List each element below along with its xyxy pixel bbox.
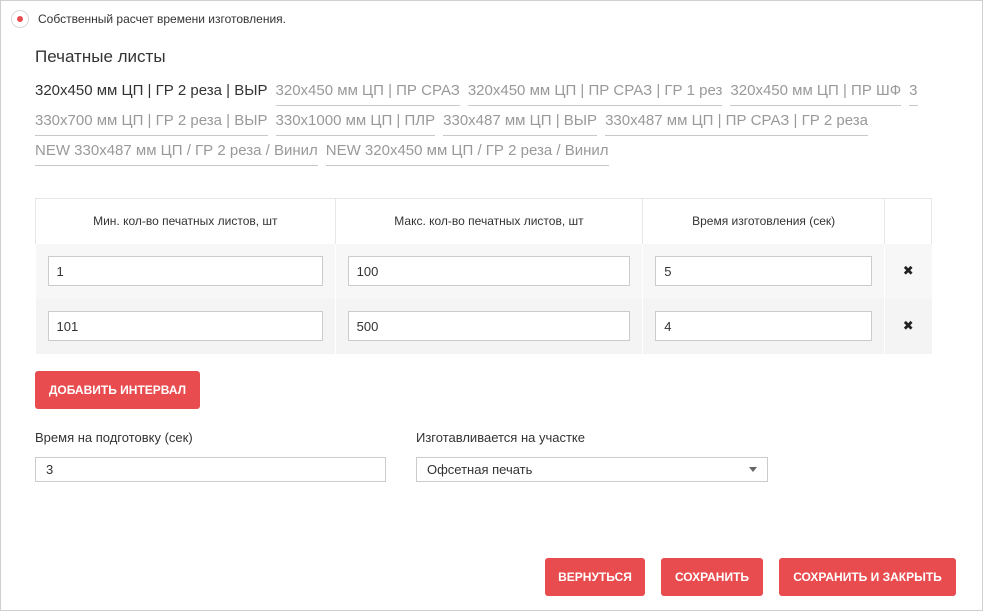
tab-row-3: NEW 330x487 мм ЦП / ГР 2 реза / Винил NE…	[35, 141, 970, 171]
cell-time	[642, 243, 886, 299]
tab-sheet[interactable]: NEW 330x487 мм ЦП / ГР 2 реза / Винил	[35, 141, 318, 166]
header-min-sheets: Мин. кол-во печатных листов, шт	[35, 198, 336, 244]
cell-min	[35, 298, 336, 354]
tab-sheet[interactable]: 330x700 мм ЦП | ГР 2 реза | ВЫР	[35, 111, 268, 136]
tab-sheet[interactable]: 320x450 мм ЦП | ПР СРАЗ	[275, 81, 460, 106]
delete-row-icon[interactable]: ✖	[903, 318, 914, 333]
cell-delete: ✖	[884, 243, 932, 299]
cell-time	[642, 298, 886, 354]
tab-sheet[interactable]: 320x450 мм ЦП | ПР СРАЗ | ГР 1 рез	[467, 81, 723, 106]
tab-sheet[interactable]: 3	[909, 81, 918, 106]
own-calc-label: Собственный расчет времени изготовления.	[38, 12, 286, 26]
max-sheets-input[interactable]	[347, 256, 631, 286]
delete-row-icon[interactable]: ✖	[903, 263, 914, 278]
own-calc-option[interactable]: Собственный расчет времени изготовления.	[11, 10, 286, 28]
site-label: Изготавливается на участке	[416, 430, 585, 445]
prep-time-label: Время на подготовку (сек)	[35, 430, 193, 445]
site-select-value: Офсетная печать	[427, 462, 533, 477]
sheet-tabs: 320x450 мм ЦП | ГР 2 реза | ВЫР 320x450 …	[35, 81, 970, 171]
table-row: ✖	[35, 298, 932, 354]
radio-selected-icon[interactable]	[11, 10, 29, 28]
min-sheets-input[interactable]	[47, 311, 323, 341]
header-max-sheets: Макс. кол-во печатных листов, шт	[335, 198, 644, 244]
cell-delete: ✖	[884, 298, 932, 354]
tab-sheet[interactable]: 320x450 мм ЦП | ГР 2 реза | ВЫР	[35, 81, 268, 105]
tab-sheet[interactable]: 330x487 мм ЦП | ВЫР	[443, 111, 598, 136]
cell-max	[335, 298, 644, 354]
tab-sheet[interactable]: NEW 320x450 мм ЦП / ГР 2 реза / Винил	[325, 141, 609, 166]
tab-sheet[interactable]: 330x487 мм ЦП | ПР СРАЗ | ГР 2 реза	[605, 111, 868, 136]
max-sheets-input[interactable]	[347, 311, 631, 341]
prep-time-input[interactable]	[35, 457, 386, 482]
tab-sheet[interactable]: 320x450 мм ЦП | ПР ШФ	[730, 81, 902, 106]
production-time-input[interactable]	[655, 256, 873, 286]
production-time-input[interactable]	[655, 311, 873, 341]
min-sheets-input[interactable]	[47, 256, 323, 286]
save-button[interactable]: Сохранить	[661, 558, 763, 596]
save-and-close-button[interactable]: Сохранить и закрыть	[779, 558, 956, 596]
table-header-row: Мин. кол-во печатных листов, шт Макс. ко…	[35, 198, 932, 244]
tab-row-2: 330x700 мм ЦП | ГР 2 реза | ВЫР 330x1000…	[35, 111, 970, 141]
cell-max	[335, 243, 644, 299]
interval-table: Мин. кол-во печатных листов, шт Макс. ко…	[35, 198, 932, 354]
header-production-time: Время изготовления (сек)	[642, 198, 886, 244]
tab-row-1: 320x450 мм ЦП | ГР 2 реза | ВЫР 320x450 …	[35, 81, 970, 111]
site-select[interactable]: Офсетная печать	[416, 457, 768, 482]
back-button[interactable]: Вернуться	[545, 558, 645, 596]
table-row: ✖	[35, 243, 932, 299]
tab-sheet[interactable]: 330x1000 мм ЦП | ПЛР	[275, 111, 436, 136]
modal-frame: Собственный расчет времени изготовления.…	[0, 0, 983, 611]
cell-min	[35, 243, 336, 299]
section-title: Печатные листы	[35, 47, 166, 66]
add-interval-button[interactable]: Добавить интервал	[35, 371, 200, 409]
chevron-down-icon	[749, 467, 757, 472]
header-actions	[884, 198, 932, 244]
